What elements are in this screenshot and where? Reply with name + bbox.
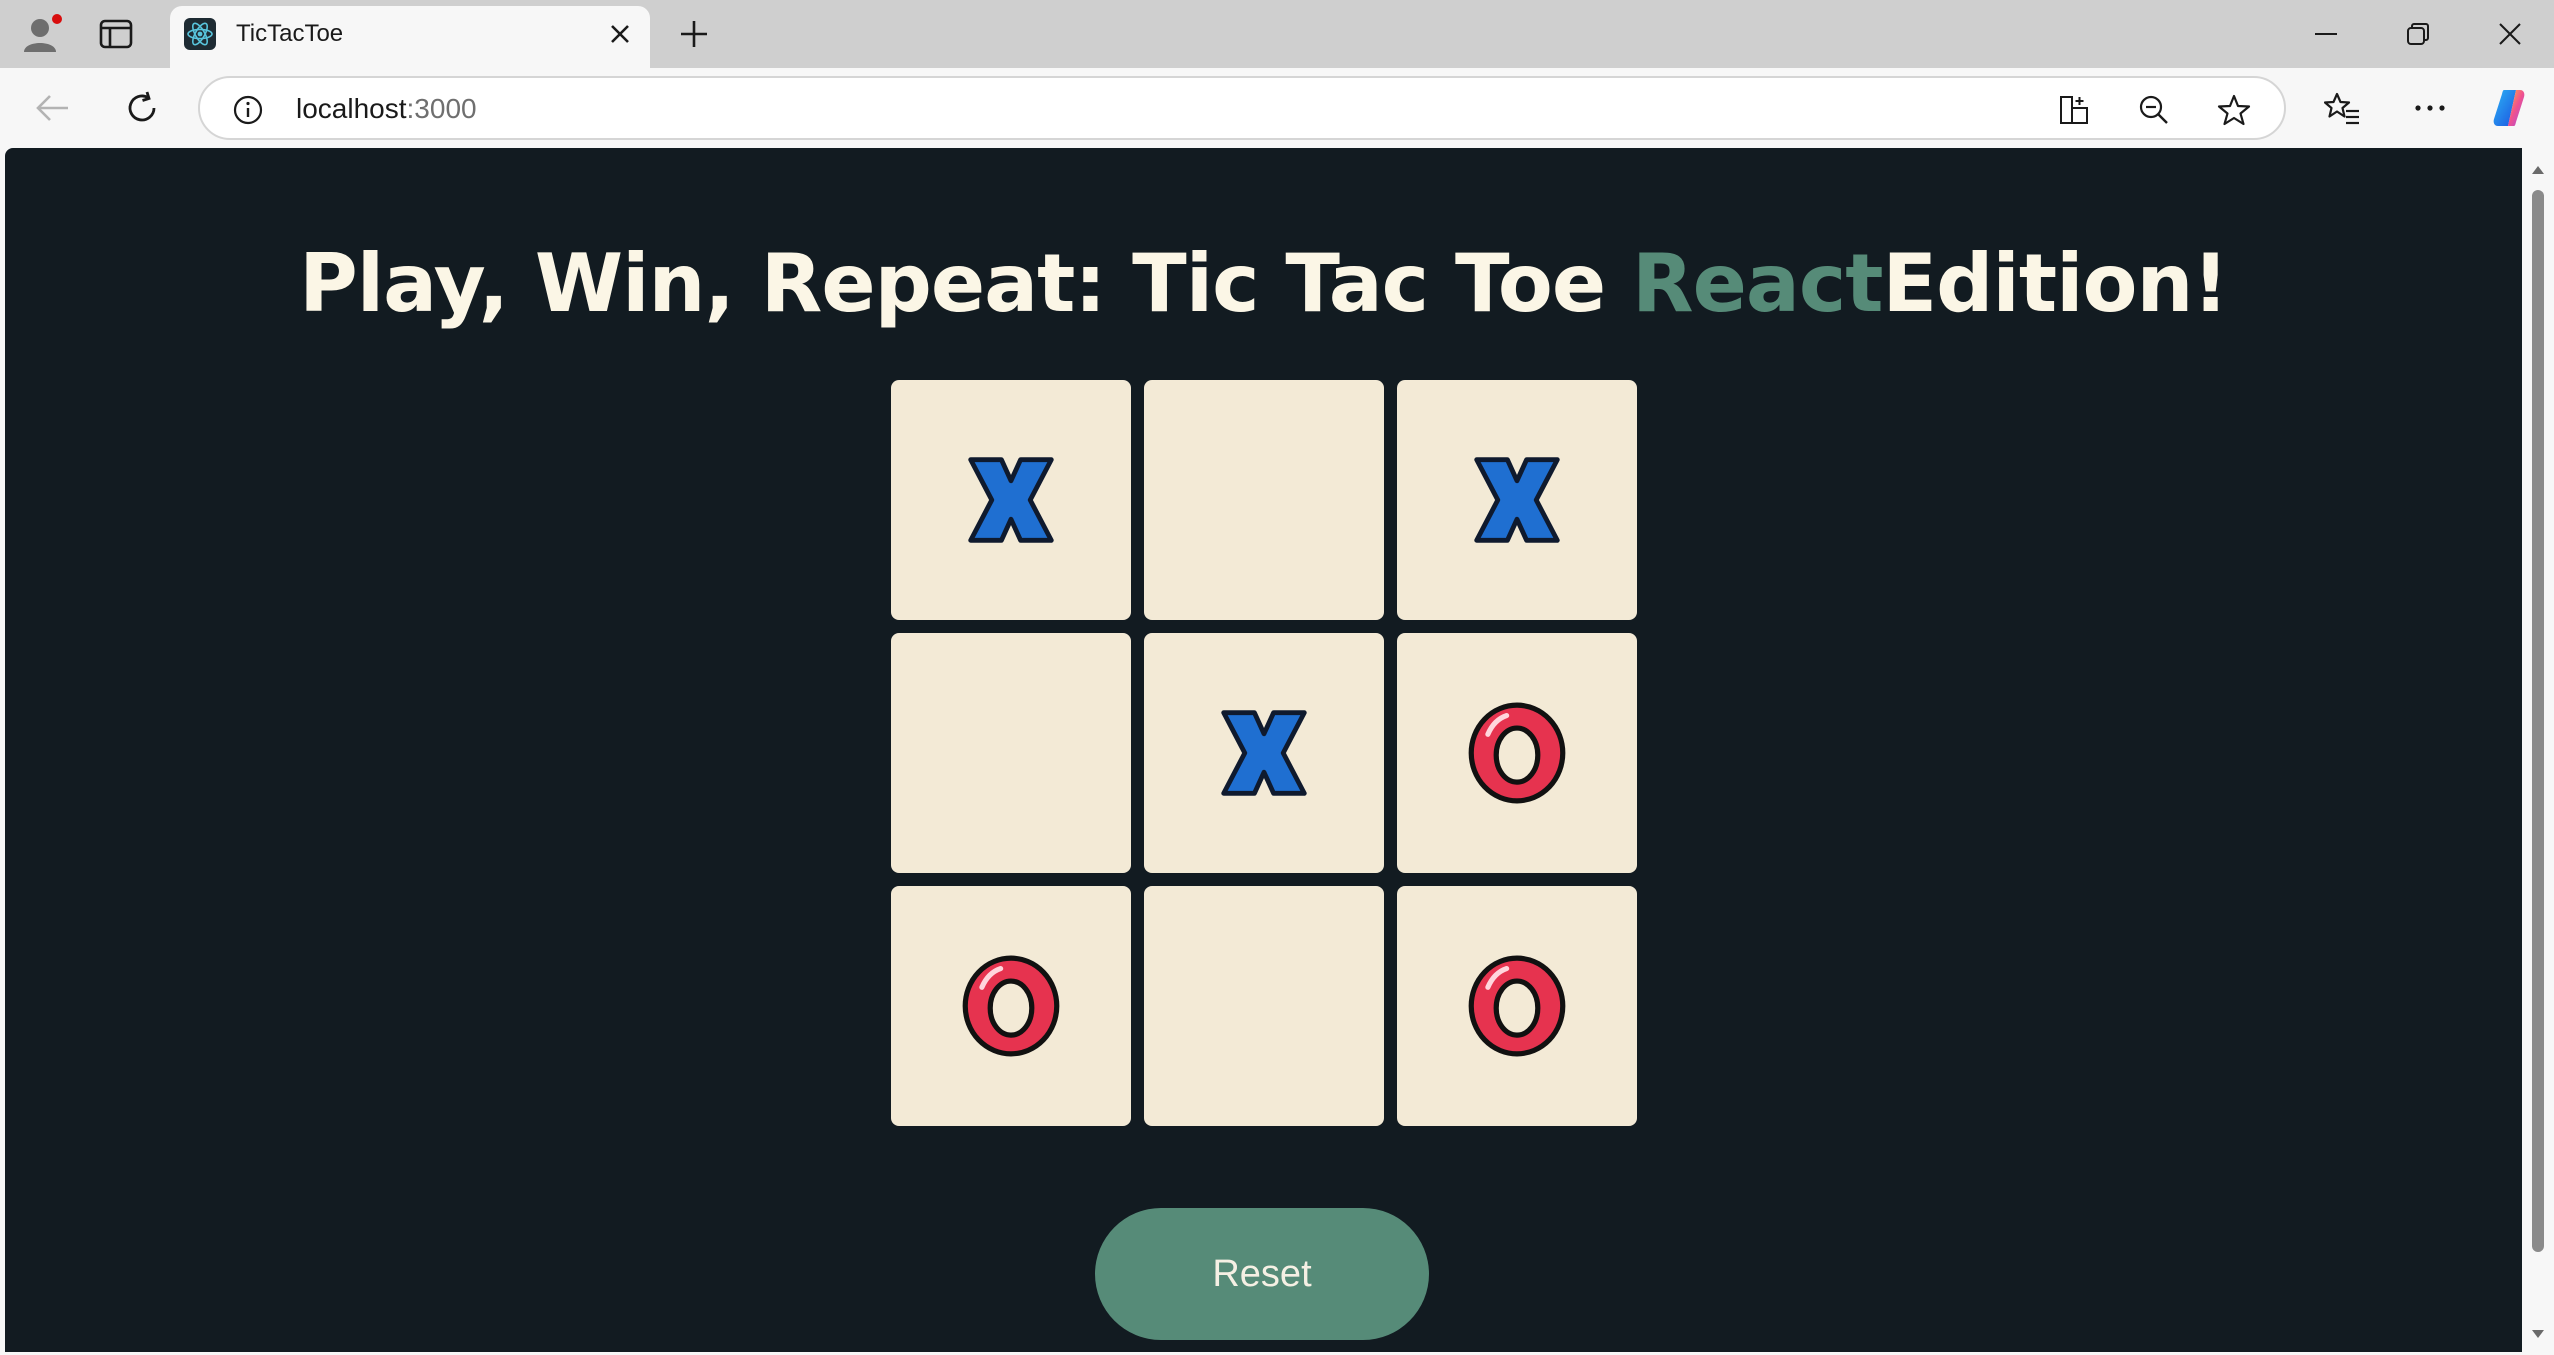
zoom-out-icon[interactable] [2134,90,2174,130]
site-info-icon[interactable] [230,92,266,128]
o-mark-icon [959,954,1063,1058]
scroll-up-arrow-icon[interactable] [2528,160,2548,180]
favorite-star-icon[interactable] [2214,90,2254,130]
browser-tab[interactable]: TicTacToe [170,6,650,68]
profile-avatar-icon[interactable] [14,10,68,60]
restore-icon[interactable] [2372,6,2464,62]
o-mark-icon [1465,701,1569,805]
board-cell-1-1[interactable] [1144,633,1384,873]
title-suffix: Edition! [1882,237,2228,330]
app-available-icon[interactable] [2054,90,2094,130]
close-window-icon[interactable] [2464,6,2554,62]
x-mark-icon [963,452,1059,548]
scroll-thumb[interactable] [2532,190,2544,1252]
board-cell-0-2[interactable] [1397,380,1637,620]
url-host: localhost [296,93,407,124]
notification-dot [50,12,64,26]
board-cell-0-1[interactable] [1144,380,1384,620]
board-cell-0-0[interactable] [891,380,1131,620]
minimize-icon[interactable] [2280,6,2372,62]
page-title: Play, Win, Repeat: Tic Tac Toe ReactEdit… [5,234,2522,334]
board-cell-2-2[interactable] [1397,886,1637,1126]
board-cell-2-1[interactable] [1144,886,1384,1126]
scrollbar[interactable] [2522,148,2554,1355]
reset-button[interactable]: Reset [1095,1208,1429,1340]
back-arrow-icon[interactable] [26,82,78,134]
new-tab-plus-icon[interactable] [672,12,716,56]
tab-close-icon[interactable] [602,16,638,52]
tab-actions-icon[interactable] [92,14,140,54]
x-mark-icon [1469,452,1565,548]
tab-title: TicTacToe [236,20,344,47]
tab-strip: TicTacToe [0,0,2554,68]
o-mark-icon [1465,954,1569,1058]
title-text: Play, Win, Repeat: Tic Tac Toe [299,237,1632,330]
copilot-icon[interactable] [2486,82,2538,134]
scroll-down-arrow-icon[interactable] [2528,1324,2548,1344]
favorites-list-icon[interactable] [2316,82,2368,134]
refresh-icon[interactable] [116,82,168,134]
browser-toolbar: localhost:3000 [0,68,2554,148]
board-cell-1-2[interactable] [1397,633,1637,873]
react-logo-icon [184,18,216,50]
board-cell-1-0[interactable] [891,633,1131,873]
board-cell-2-0[interactable] [891,886,1131,1126]
more-icon[interactable] [2404,82,2456,134]
address-bar[interactable]: localhost:3000 [198,76,2286,140]
game-board [891,380,1637,1126]
page-viewport: Play, Win, Repeat: Tic Tac Toe ReactEdit… [5,148,2522,1352]
url-text[interactable]: localhost:3000 [296,93,477,125]
title-accent: React [1631,237,1884,330]
url-port: :3000 [406,93,477,124]
x-mark-icon [1216,705,1312,801]
